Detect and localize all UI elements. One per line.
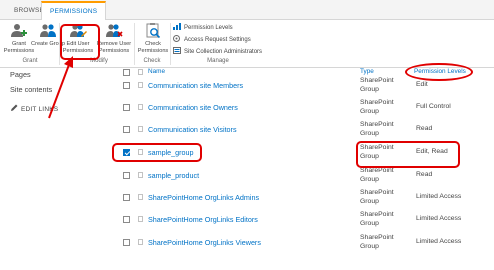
permission-levels-label: Permission Levels bbox=[184, 25, 233, 31]
permission-level: Read bbox=[416, 171, 433, 178]
group-name-link[interactable]: sample_product bbox=[148, 171, 199, 180]
group-label-grant: Grant bbox=[22, 58, 38, 64]
remove-user-permissions-button[interactable]: Remove User Permissions bbox=[96, 23, 132, 54]
group-name-link[interactable]: Communication site Members bbox=[148, 81, 243, 90]
grant-permissions-icon bbox=[11, 24, 27, 37]
group-label-check: Check bbox=[143, 58, 161, 64]
access-request-settings-label: Access Request Settings bbox=[184, 37, 251, 43]
group-name-link[interactable]: SharePointHome OrgLinks Viewers bbox=[148, 238, 261, 247]
annotation-arrow bbox=[48, 56, 73, 119]
row-checkbox[interactable] bbox=[123, 126, 130, 133]
row-checkbox[interactable] bbox=[123, 216, 130, 223]
row-checkbox[interactable] bbox=[123, 172, 130, 179]
access-request-settings-button[interactable]: Access Request Settings bbox=[173, 35, 251, 44]
permission-level: Limited Access bbox=[416, 215, 462, 222]
group-type: SharePoint Group bbox=[360, 234, 394, 250]
group-type: SharePoint Group bbox=[360, 167, 394, 183]
row-checkbox[interactable] bbox=[123, 104, 130, 111]
group-icon bbox=[138, 172, 143, 178]
permission-level: Edit bbox=[416, 81, 428, 88]
permission-level: Full Control bbox=[416, 103, 451, 110]
select-all-checkbox[interactable] bbox=[123, 69, 130, 76]
group-icon bbox=[138, 216, 143, 222]
group-name-link[interactable]: SharePointHome OrgLinks Admins bbox=[148, 193, 259, 202]
annotation-highlight-permission-levels bbox=[405, 63, 473, 81]
annotation-highlight-edit-user-permissions bbox=[60, 24, 100, 60]
annotation-highlight-sample-group bbox=[112, 143, 202, 162]
pencil-icon bbox=[11, 104, 18, 111]
column-header-type[interactable]: Type bbox=[360, 68, 374, 75]
group-icon bbox=[138, 126, 143, 132]
row-checkbox[interactable] bbox=[123, 239, 130, 246]
check-permissions-label: Check Permissions bbox=[137, 41, 169, 54]
check-permissions-icon bbox=[146, 23, 161, 39]
permission-levels-icon bbox=[173, 23, 181, 30]
row-checkbox[interactable] bbox=[123, 82, 130, 89]
access-request-settings-icon bbox=[173, 35, 180, 42]
permission-level: Limited Access bbox=[416, 193, 462, 200]
group-label-manage: Manage bbox=[207, 58, 229, 64]
group-icon bbox=[138, 104, 143, 110]
annotation-highlight-group-permissions bbox=[356, 141, 460, 168]
tab-permissions[interactable]: PERMISSIONS bbox=[41, 1, 107, 21]
site-collection-administrators-button[interactable]: Site Collection Administrators bbox=[173, 47, 262, 56]
group-icon bbox=[138, 82, 143, 88]
group-type: SharePoint Group bbox=[360, 121, 394, 137]
group-type: SharePoint Group bbox=[360, 211, 394, 227]
group-type: SharePoint Group bbox=[360, 99, 394, 115]
check-permissions-button[interactable]: Check Permissions bbox=[136, 23, 170, 54]
site-collection-administrators-icon bbox=[173, 47, 181, 54]
permission-levels-button[interactable]: Permission Levels bbox=[173, 23, 233, 32]
permission-level: Read bbox=[416, 125, 433, 132]
group-name-link[interactable]: SharePointHome OrgLinks Editors bbox=[148, 215, 258, 224]
ribbon-divider bbox=[170, 23, 171, 65]
ribbon-tab-bar: BROWSE PERMISSIONS bbox=[0, 0, 494, 21]
create-group-icon bbox=[40, 24, 56, 37]
ribbon-divider bbox=[134, 23, 135, 65]
column-header-name[interactable]: Name bbox=[148, 68, 165, 75]
row-checkbox[interactable] bbox=[123, 194, 130, 201]
permission-level: Limited Access bbox=[416, 238, 462, 245]
item-type-icon bbox=[138, 69, 143, 75]
group-type: SharePoint Group bbox=[360, 189, 394, 205]
remove-user-permissions-label: Remove User Permissions bbox=[96, 41, 132, 54]
site-collection-administrators-label: Site Collection Administrators bbox=[184, 49, 263, 55]
group-name-link[interactable]: Communication site Owners bbox=[148, 103, 238, 112]
remove-user-permissions-icon bbox=[106, 24, 123, 37]
group-type: SharePoint Group bbox=[360, 77, 394, 93]
group-name-link[interactable]: Communication site Visitors bbox=[148, 125, 237, 134]
group-icon bbox=[138, 194, 143, 200]
nav-pages[interactable]: Pages bbox=[10, 70, 31, 79]
group-icon bbox=[138, 239, 143, 245]
